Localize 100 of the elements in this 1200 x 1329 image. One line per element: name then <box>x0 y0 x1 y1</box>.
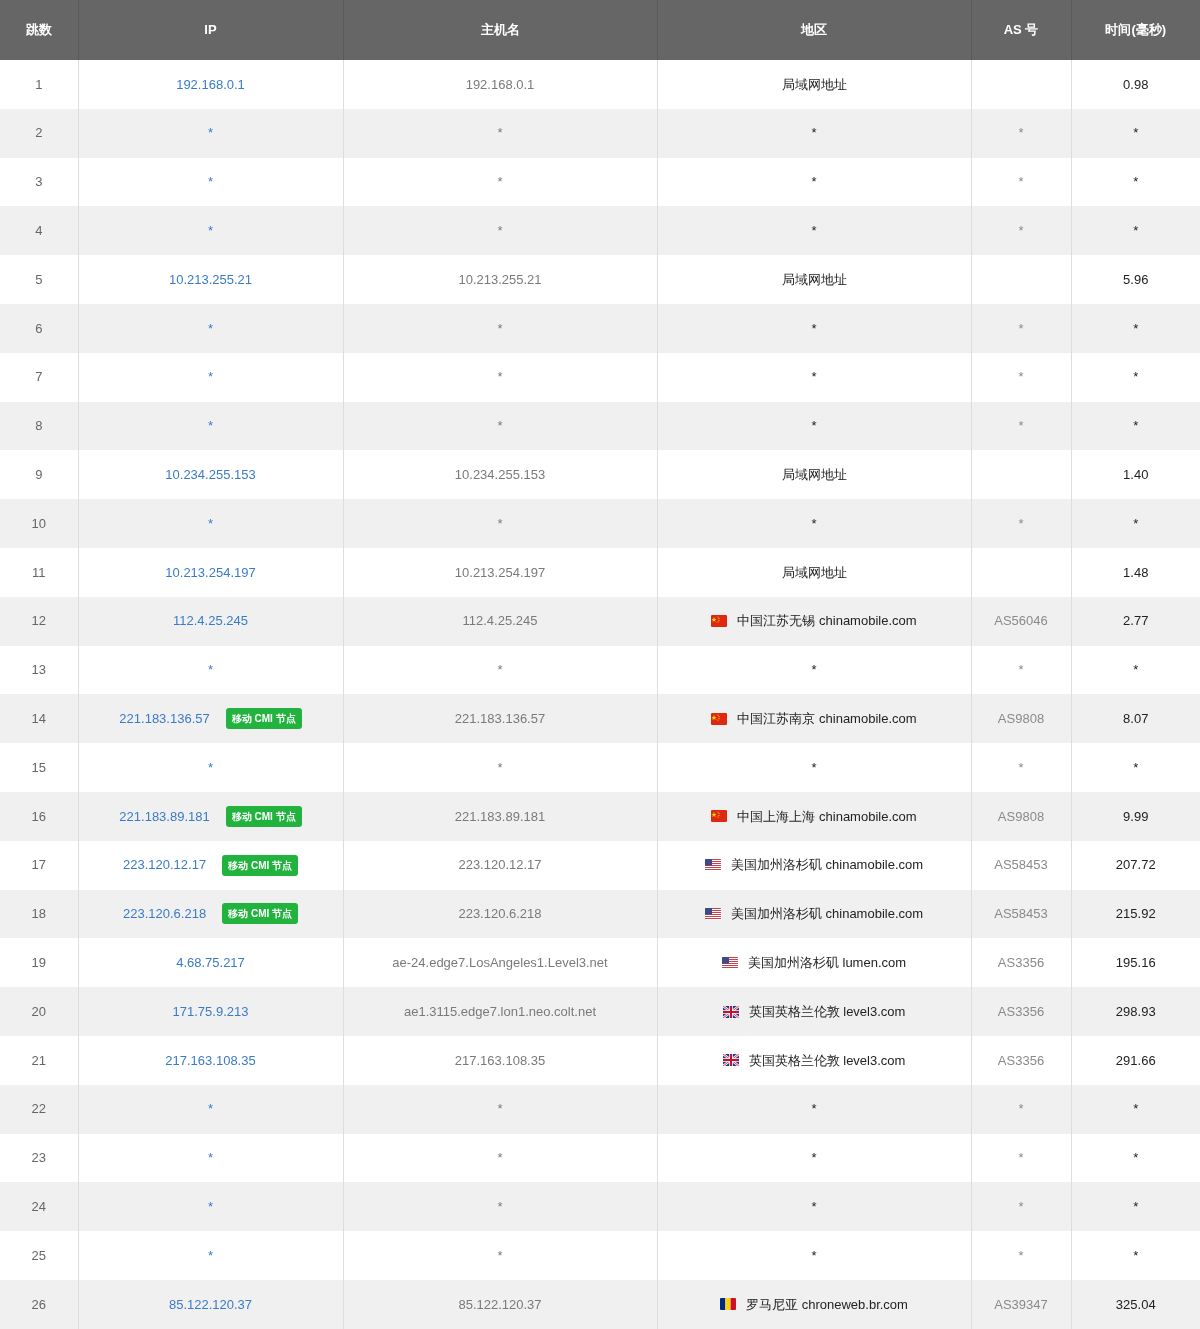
hop-number: 7 <box>35 369 43 385</box>
hostname: 10.234.255.153 <box>454 467 546 482</box>
hop-number: 25 <box>31 1247 46 1263</box>
hop-number: 5 <box>35 271 43 287</box>
column-header: 跳数 <box>25 22 52 38</box>
hop-number: 16 <box>31 808 46 824</box>
region-text: * <box>811 222 817 241</box>
latency-value: * <box>1133 125 1139 141</box>
hop-number: 26 <box>31 1296 46 1312</box>
latency-value: * <box>1133 320 1139 336</box>
hop-number: 20 <box>31 1003 46 1019</box>
latency-value: * <box>1133 369 1139 385</box>
region-text: * <box>811 1149 817 1168</box>
hostname: * <box>497 418 503 434</box>
ip-link[interactable]: 112.4.25.245 <box>173 611 248 631</box>
region-text: 美国加州洛杉矶 chinamobile.com <box>730 856 924 875</box>
hop-number: 13 <box>31 662 46 678</box>
ip-link[interactable]: 171.75.9.213 <box>172 1001 249 1022</box>
ip-link[interactable]: 10.213.254.197 <box>165 562 256 583</box>
latency-value: 195.16 <box>1115 955 1156 970</box>
hostname: * <box>497 1247 503 1263</box>
as-number: * <box>1018 369 1024 385</box>
hostname: * <box>497 1150 503 1166</box>
region-text: 中国上海上海 chinamobile.com <box>737 807 917 826</box>
hostname: * <box>497 174 503 190</box>
region-text: * <box>811 319 817 338</box>
flag-icon <box>722 1054 739 1067</box>
region-text: * <box>811 661 817 680</box>
ip-link[interactable]: * <box>207 1196 214 1217</box>
region-text: * <box>811 514 817 533</box>
region-text: * <box>811 368 817 387</box>
hostname: 112.4.25.245 <box>462 613 538 629</box>
ip-link[interactable]: 223.120.6.218 <box>123 904 207 924</box>
hop-number: 12 <box>31 613 46 629</box>
latency-value: 1.48 <box>1123 564 1149 580</box>
hostname: 10.213.255.21 <box>458 271 542 287</box>
latency-value: * <box>1133 418 1139 434</box>
region-text: 英国英格兰伦敦 level3.com <box>748 1051 906 1070</box>
region-text: 中国江苏无锡 chinamobile.com <box>737 612 917 631</box>
region-text: * <box>811 173 817 192</box>
ip-link[interactable]: 221.183.89.181 <box>119 806 210 827</box>
latency-value: 291.66 <box>1115 1052 1156 1068</box>
node-badge: 移动 CMI 节点 <box>222 903 298 925</box>
ip-link[interactable]: * <box>207 513 214 534</box>
hop-number: 17 <box>31 857 46 873</box>
latency-value: * <box>1133 174 1139 190</box>
region-text: * <box>811 1100 817 1119</box>
region-text: * <box>811 758 817 777</box>
hop-number: 15 <box>31 759 46 775</box>
flag-icon <box>711 810 728 823</box>
ip-link[interactable]: * <box>207 172 214 192</box>
as-number: * <box>1018 125 1024 141</box>
flag-icon <box>704 907 721 920</box>
hop-number: 11 <box>32 564 46 580</box>
ip-link[interactable]: * <box>207 660 214 680</box>
as-number: * <box>1018 515 1024 531</box>
as-number: * <box>1018 1247 1024 1263</box>
ip-link[interactable]: * <box>207 318 214 339</box>
as-number: * <box>1018 320 1024 336</box>
ip-link[interactable]: 223.120.12.17 <box>123 855 207 875</box>
latency-value: 207.72 <box>1115 857 1156 873</box>
hop-number: 19 <box>31 955 46 970</box>
ip-link[interactable]: * <box>207 367 214 387</box>
hop-number: 9 <box>35 467 43 482</box>
as-number: AS58453 <box>994 906 1048 922</box>
region-text: * <box>811 124 817 143</box>
ip-link[interactable]: 192.168.0.1 <box>176 74 245 95</box>
ip-link[interactable]: * <box>207 1099 214 1119</box>
ip-link[interactable]: 217.163.108.35 <box>165 1050 256 1071</box>
ip-link[interactable]: * <box>207 1245 214 1266</box>
ip-link[interactable]: * <box>207 123 214 143</box>
column-header: 时间(毫秒) <box>1105 22 1167 38</box>
latency-value: 298.93 <box>1115 1003 1156 1019</box>
hop-number: 22 <box>31 1101 46 1117</box>
region-text: 美国加州洛杉矶 lumen.com <box>747 954 907 972</box>
ip-link[interactable]: * <box>207 757 214 778</box>
as-number: AS3356 <box>997 1003 1045 1019</box>
ip-link[interactable]: 4.68.75.217 <box>176 953 245 973</box>
hostname: ae1.3115.edge7.lon1.neo.colt.net <box>403 1003 596 1019</box>
ip-link[interactable]: 10.234.255.153 <box>165 465 256 485</box>
ip-link[interactable]: * <box>207 1148 214 1168</box>
ip-link[interactable]: 221.183.136.57 <box>119 709 210 729</box>
hostname: * <box>497 125 503 141</box>
as-number: AS39347 <box>994 1296 1048 1312</box>
hostname: 223.120.12.17 <box>458 857 542 873</box>
region-text: 局域网地址 <box>781 563 847 582</box>
ip-link[interactable]: 85.122.120.37 <box>168 1294 253 1315</box>
column-header: 地区 <box>801 22 827 38</box>
ip-link[interactable]: 10.213.255.21 <box>168 269 253 290</box>
latency-value: * <box>1133 1150 1139 1166</box>
node-badge: 移动 CMI 节点 <box>225 708 302 730</box>
hostname: * <box>497 515 503 531</box>
ip-link[interactable]: * <box>207 221 214 241</box>
node-badge: 移动 CMI 节点 <box>222 854 298 876</box>
ip-link[interactable]: * <box>207 416 214 436</box>
latency-value: * <box>1133 1101 1139 1117</box>
hop-number: 24 <box>31 1198 46 1214</box>
latency-value: * <box>1133 662 1139 678</box>
flag-icon <box>721 956 738 969</box>
hostname: * <box>497 369 503 385</box>
